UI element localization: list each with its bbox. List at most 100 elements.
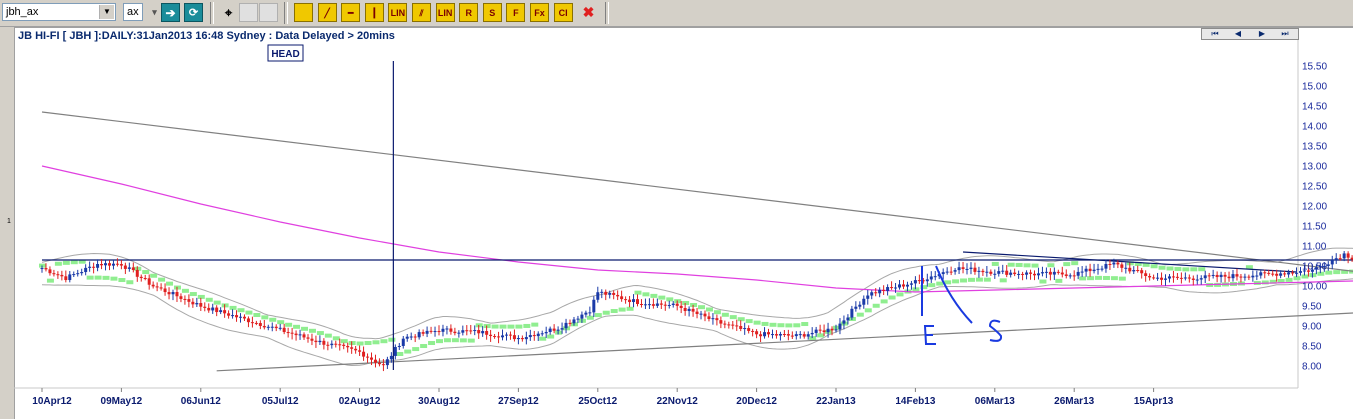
y-tick-label: 8.50	[1302, 342, 1322, 353]
stop-marker	[1198, 267, 1205, 271]
candle-body	[430, 331, 433, 332]
candle-body	[116, 264, 119, 265]
candle-body	[664, 305, 667, 306]
stop-marker	[293, 325, 300, 329]
candle-body	[569, 323, 572, 324]
candle-body	[88, 267, 91, 268]
candle-body	[1287, 272, 1290, 274]
stop-marker	[801, 322, 808, 326]
candle-body	[1212, 275, 1215, 276]
stop-marker	[523, 324, 530, 328]
candle-body	[457, 333, 460, 334]
candle-body	[596, 292, 599, 300]
stop-marker	[928, 283, 935, 287]
candle-body	[1271, 274, 1274, 275]
candle-body	[751, 331, 754, 332]
stop-marker	[428, 341, 435, 345]
candle-body	[326, 345, 329, 346]
x-tick-label: 09May12	[101, 396, 143, 407]
candle-body	[1172, 276, 1175, 277]
candle-body	[831, 329, 834, 331]
candle-body	[386, 359, 389, 365]
candle-body	[962, 267, 965, 269]
candle-body	[422, 332, 425, 334]
candle-body	[1188, 277, 1191, 278]
y-tick-label: 9.00	[1302, 322, 1322, 333]
stop-marker	[468, 339, 475, 343]
stop-marker	[396, 352, 403, 356]
candle-body	[275, 327, 278, 328]
candle-body	[187, 299, 190, 302]
stop-marker	[87, 276, 94, 280]
candle-body	[330, 344, 333, 345]
stop-marker	[587, 316, 594, 320]
candle-body	[243, 317, 246, 319]
stop-marker	[1119, 277, 1126, 281]
candle-body	[279, 328, 282, 329]
candle-body	[767, 332, 770, 334]
candle-body	[779, 334, 782, 336]
candle-body	[791, 336, 794, 337]
candle-body	[199, 303, 202, 307]
candle-body	[1160, 278, 1163, 280]
candle-body	[203, 307, 206, 308]
candle-body	[497, 336, 500, 337]
candle-body	[144, 278, 147, 279]
candle-body	[1081, 272, 1084, 273]
candle-body	[1283, 273, 1286, 274]
stop-marker	[1174, 267, 1181, 271]
candle-body	[787, 334, 790, 336]
candle-body	[1243, 277, 1246, 278]
candle-body	[823, 330, 826, 332]
candle-body	[632, 299, 635, 302]
y-tick-label: 14.50	[1302, 102, 1327, 113]
candle-body	[620, 296, 623, 299]
candle-body	[557, 330, 560, 331]
candle-body	[255, 323, 258, 324]
stop-marker	[754, 321, 761, 325]
stop-marker	[372, 340, 379, 344]
candle-body	[1025, 272, 1028, 274]
candle-body	[652, 304, 655, 306]
candle-body	[946, 272, 949, 273]
candle-body	[1085, 269, 1088, 272]
stop-marker	[817, 333, 824, 337]
candle-body	[453, 332, 456, 333]
candle-body	[755, 331, 758, 334]
candle-body	[676, 304, 679, 306]
candle-body	[771, 334, 774, 335]
candle-body	[172, 292, 175, 294]
candle-body	[449, 328, 452, 331]
candle-body	[827, 329, 830, 332]
stop-marker	[500, 325, 507, 329]
candle-body	[870, 292, 873, 295]
candle-body	[1013, 273, 1016, 274]
y-tick-label: 10.00	[1302, 282, 1327, 293]
candle-body	[465, 330, 468, 331]
candle-body	[731, 325, 734, 326]
candle-body	[950, 272, 953, 273]
candle-body	[473, 330, 476, 331]
stop-marker	[1286, 278, 1293, 282]
candle-body	[418, 332, 421, 337]
candle-body	[981, 271, 984, 272]
candle-body	[739, 326, 742, 329]
candle-body	[100, 264, 103, 265]
candle-body	[160, 287, 163, 288]
candle-body	[438, 331, 441, 332]
candle-body	[807, 334, 810, 336]
stop-marker	[1262, 280, 1269, 284]
candle-body	[505, 335, 508, 336]
candle-body	[1001, 271, 1004, 272]
candle-body	[493, 336, 496, 337]
candle-body	[414, 337, 417, 338]
price-chart[interactable]: HEAD 8.008.509.009.5010.0010.5011.0011.5…	[0, 0, 1353, 418]
y-tick-label: 13.00	[1302, 162, 1327, 173]
stop-marker	[1032, 264, 1039, 268]
candle-body	[1255, 276, 1258, 277]
stop-marker	[190, 292, 197, 296]
candle-body	[183, 299, 186, 300]
candle-body	[942, 272, 945, 274]
candle-body	[68, 274, 71, 280]
candle-body	[644, 304, 647, 305]
